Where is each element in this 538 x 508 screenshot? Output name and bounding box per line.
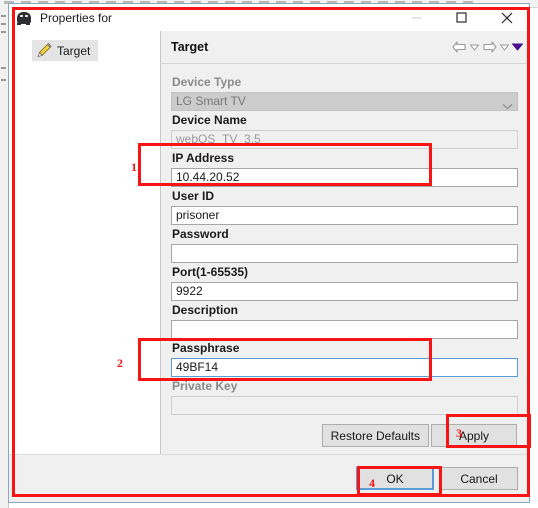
field-port: Port(1-65535) 9922 (171, 263, 518, 301)
properties-dialog: Properties for Target Target Device Type… (8, 3, 530, 503)
ok-button[interactable]: OK (356, 467, 434, 490)
description-label: Description (172, 303, 239, 317)
sidebar-item-target[interactable]: Target (32, 40, 99, 61)
device-type-label: Device Type (172, 75, 242, 89)
properties-form: Device Type LG Smart TV Device Name webO… (161, 64, 529, 454)
back-chevron-down-icon[interactable] (470, 44, 479, 51)
field-ip-address: IP Address 10.44.20.52 (171, 149, 518, 187)
description-input[interactable] (171, 320, 518, 339)
view-menu-filled-chevron-down-icon[interactable] (512, 43, 523, 51)
properties-tree-pane: Target (9, 31, 161, 454)
dialog-titlebar[interactable]: Properties for (9, 4, 529, 31)
device-name-label: Device Name (172, 113, 247, 127)
device-robot-icon (16, 10, 32, 26)
port-label: Port(1-65535) (172, 265, 249, 279)
page-title: Target (171, 40, 209, 54)
private-key-input[interactable] (171, 396, 518, 415)
ip-address-input[interactable]: 10.44.20.52 (171, 168, 518, 187)
window-title: Properties for (40, 10, 113, 25)
user-id-input[interactable]: prisoner (171, 206, 518, 225)
sidebar-item-label: Target (57, 43, 91, 58)
window-controls (394, 4, 529, 31)
passphrase-input[interactable]: 49BF14 (171, 358, 518, 377)
field-private-key: Private Key (171, 377, 518, 415)
field-passphrase: Passphrase 49BF14 (171, 339, 518, 377)
field-description: Description (171, 301, 518, 339)
apply-button[interactable]: Apply (431, 424, 517, 447)
property-page: Target Device Type LG Smart TV Device Na… (161, 31, 529, 454)
device-type-select[interactable]: LG Smart TV (171, 92, 518, 111)
navigation-toolbar (452, 41, 523, 53)
restore-defaults-button[interactable]: Restore Defaults (321, 424, 429, 447)
field-password: Password (171, 225, 518, 263)
chevron-down-icon (502, 98, 513, 110)
pencil-icon (36, 42, 52, 58)
dialog-footer: OK Cancel (9, 454, 529, 502)
forward-arrow-icon[interactable] (482, 41, 497, 53)
private-key-label: Private Key (172, 379, 238, 393)
passphrase-label: Passphrase (172, 341, 240, 355)
device-type-value: LG Smart TV (176, 94, 246, 108)
property-actions: Restore Defaults Apply (171, 424, 518, 447)
field-device-name: Device Name webOS_TV_3.5 (171, 111, 518, 149)
password-input[interactable] (171, 244, 518, 263)
user-id-label: User ID (172, 189, 215, 203)
close-icon[interactable] (484, 4, 529, 31)
field-user-id: User ID prisoner (171, 187, 518, 225)
ip-address-label: IP Address (172, 151, 235, 165)
cancel-button[interactable]: Cancel (440, 467, 518, 490)
dialog-body: Target Target Device Type LG Smart TV De… (9, 31, 529, 454)
forward-chevron-down-icon[interactable] (500, 44, 509, 51)
back-arrow-icon[interactable] (452, 41, 467, 53)
port-input[interactable]: 9922 (171, 282, 518, 301)
maximize-icon[interactable] (439, 4, 484, 31)
field-device-type: Device Type LG Smart TV (171, 73, 518, 111)
property-page-header: Target (161, 31, 529, 64)
device-name-input[interactable]: webOS_TV_3.5 (171, 130, 518, 149)
minimize-icon[interactable] (394, 4, 439, 31)
password-label: Password (172, 227, 229, 241)
